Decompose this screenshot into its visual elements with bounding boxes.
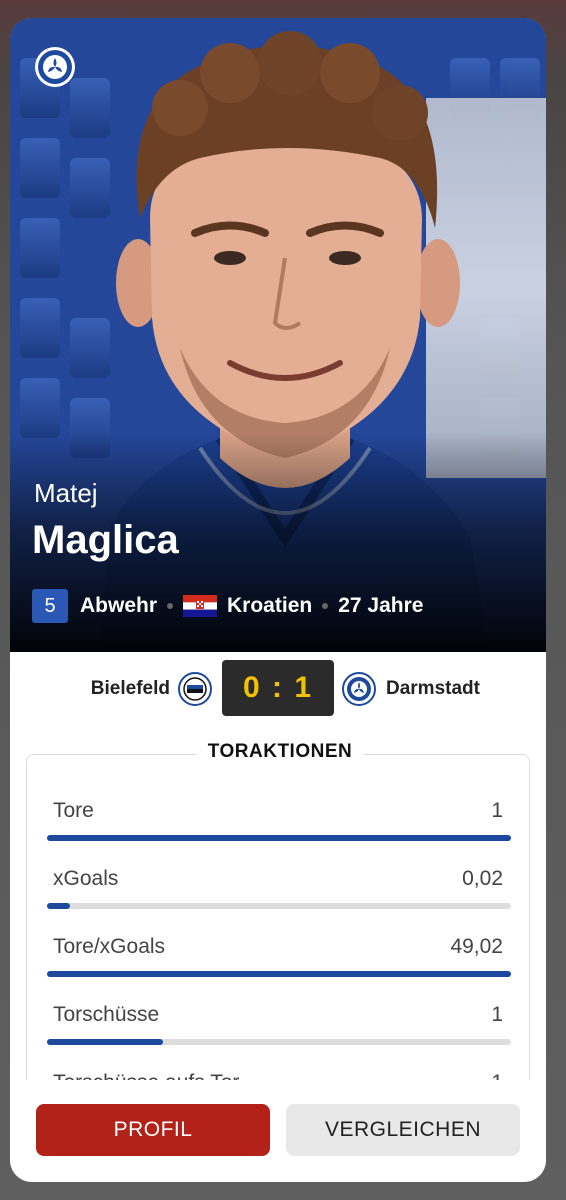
stats-section: TORAKTIONEN Tore 1 xGoals 0,02 Tore/xGoals 49… (26, 741, 530, 1116)
player-hero: Matej Maglica 5 Abwehr Kroatien 27 Jahre (10, 18, 546, 652)
stat-bar-fill (47, 971, 511, 977)
stat-label: xGoals (53, 867, 119, 890)
stat-row: Tore 1 (47, 785, 511, 843)
stat-value: 0,02 (462, 867, 503, 890)
separator-dot (322, 603, 329, 609)
stat-label: Tore (53, 799, 94, 822)
darmstadt-crest-icon (35, 47, 75, 87)
stat-row: xGoals 0,02 (47, 853, 511, 911)
stat-bar-track (47, 903, 511, 909)
player-meta: 5 Abwehr Kroatien 27 Jahre (32, 588, 423, 624)
player-last-name: Maglica (32, 518, 179, 562)
player-position: Abwehr (80, 594, 158, 617)
action-footer: PROFIL VERGLEICHEN (10, 1080, 546, 1182)
croatia-flag-icon (183, 595, 218, 617)
stat-bar-fill (47, 1039, 163, 1045)
compare-button[interactable]: VERGLEICHEN (286, 1104, 520, 1156)
stat-label: Tore/xGoals (53, 935, 166, 958)
shirt-number-badge: 5 (32, 589, 68, 623)
stat-bar-fill (47, 903, 71, 909)
stat-value: 1 (491, 1003, 503, 1026)
stats-section-title: TORAKTIONEN (197, 741, 363, 763)
stat-value: 49,02 (450, 935, 503, 958)
stat-bar-fill (47, 835, 511, 841)
stat-row: Torschüsse 1 (47, 989, 511, 1047)
player-first-name: Matej (34, 478, 98, 508)
stat-bar-track (47, 1039, 511, 1045)
stat-value: 1 (491, 799, 503, 822)
separator-dot (167, 603, 174, 609)
player-age: 27 Jahre (338, 594, 424, 617)
away-team-name: Darmstadt (386, 678, 480, 699)
match-score: 0 : 1 (222, 660, 334, 716)
profile-button[interactable]: PROFIL (36, 1104, 270, 1156)
home-team-name: Bielefeld (90, 678, 170, 699)
stat-bar-track (47, 835, 511, 841)
match-score-row[interactable]: Bielefeld 0 : 1 Darmstadt (10, 658, 546, 720)
stat-row: Tore/xGoals 49,02 (47, 921, 511, 979)
stat-label: Torschüsse (53, 1003, 160, 1026)
stat-bar-track (47, 971, 511, 977)
player-nationality: Kroatien (227, 594, 313, 617)
player-card: Matej Maglica 5 Abwehr Kroatien 27 Jahre… (10, 18, 546, 1182)
bielefeld-crest-icon (178, 672, 212, 706)
darmstadt-crest-icon (342, 672, 376, 706)
